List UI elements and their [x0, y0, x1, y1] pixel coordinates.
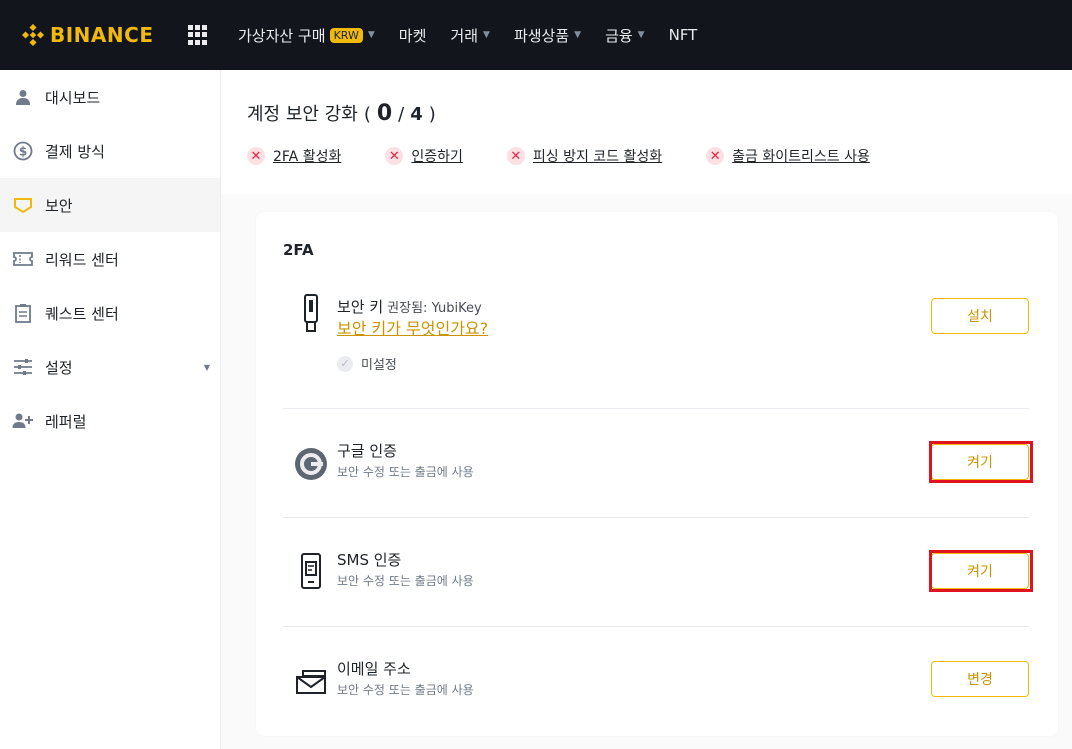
security-key-row: 보안 키 권장됨: YubiKey 보안 키가 무엇인가요? ✓ 미설정 설치	[283, 290, 1029, 380]
install-button[interactable]: 설치	[931, 298, 1029, 334]
usb-key-icon	[291, 294, 331, 334]
checklist-link[interactable]: 2FA 활성화	[273, 146, 341, 166]
nav-item-finance[interactable]: 금융 ▼	[605, 25, 645, 46]
sidebar-item-label: 대시보드	[45, 88, 101, 107]
sidebar-item-referral[interactable]: 레퍼럴	[0, 394, 220, 448]
apps-grid-icon[interactable]	[188, 25, 208, 45]
nav-item-label: 파생상품	[513, 26, 570, 45]
chevron-down-icon: ▼	[637, 30, 645, 40]
sidebar: 대시보드 $ 결제 방식 보안 리워드 센터 퀘스트 센터 설정 ▼ 레퍼럴	[0, 70, 221, 749]
section-title: 2FA	[283, 241, 314, 259]
nav-item-label: 마켓	[398, 26, 427, 45]
krw-badge: KRW	[329, 27, 363, 43]
ticket-icon	[12, 248, 34, 270]
google-authenticator-icon	[291, 444, 331, 484]
nav-item-derivatives[interactable]: 파생상품 ▼	[514, 25, 581, 46]
divider	[283, 626, 1029, 627]
close-icon: ✕	[506, 147, 525, 165]
sidebar-item-label: 결제 방식	[45, 142, 105, 161]
sidebar-item-label: 레퍼럴	[45, 412, 87, 431]
checklist-item-anti-phishing[interactable]: ✕ 피싱 방지 코드 활성화	[506, 146, 662, 166]
security-key-help-link[interactable]: 보안 키가 무엇인가요?	[337, 315, 488, 339]
phone-message-icon	[291, 551, 331, 591]
security-progress-header: 계정 보안 강화 ( 0 / 4 ) ✕ 2FA 활성화 ✕ 인증하기 ✕ 피싱…	[221, 70, 1072, 194]
chevron-down-icon: ▼	[367, 30, 375, 40]
close-icon: ✕	[706, 147, 725, 165]
chevron-down-icon: ▼	[203, 362, 210, 372]
check-icon: ✓	[337, 355, 353, 372]
add-user-icon	[12, 410, 34, 432]
nav-menu: 가상자산 구매 KRW ▼ 마켓 거래 ▼ 파생상품 ▼ 금융 ▼ NFT	[238, 25, 721, 46]
security-checklist: ✕ 2FA 활성화 ✕ 인증하기 ✕ 피싱 방지 코드 활성화 ✕ 출금 화이트…	[247, 146, 914, 166]
user-icon	[12, 86, 34, 108]
email-row: 이메일 주소 보안 수정 또는 출금에 사용 변경	[283, 656, 1029, 708]
change-email-button[interactable]: 변경	[931, 661, 1029, 697]
sms-auth-title: SMS 인증	[337, 551, 402, 569]
progress-done: 0	[376, 101, 393, 126]
sidebar-item-label: 퀘스트 센터	[45, 304, 119, 323]
chevron-down-icon: ▼	[483, 30, 490, 40]
google-auth-title: 구글 인증	[337, 442, 397, 460]
sms-auth-row: SMS 인증 보안 수정 또는 출금에 사용 켜기	[283, 547, 1033, 599]
nav-item-buy-crypto[interactable]: 가상자산 구매 KRW ▼	[238, 25, 375, 46]
sidebar-item-label: 보안	[45, 196, 73, 215]
sidebar-item-rewards[interactable]: 리워드 센터	[0, 232, 220, 286]
status-text: 미설정	[361, 358, 397, 373]
brand-name: BINANCE	[50, 23, 154, 47]
clipboard-icon	[12, 302, 34, 324]
nav-item-markets[interactable]: 마켓	[399, 25, 427, 46]
nav-item-label: 거래	[450, 26, 479, 45]
sidebar-item-dashboard[interactable]: 대시보드	[0, 70, 220, 124]
sidebar-item-payment[interactable]: $ 결제 방식	[0, 124, 220, 178]
top-navbar: BINANCE 가상자산 구매 KRW ▼ 마켓 거래 ▼ 파생상품 ▼ 금융 …	[0, 0, 1072, 70]
dollar-circle-icon: $	[12, 140, 34, 162]
progress-slash: /	[398, 104, 405, 125]
binance-logo[interactable]: BINANCE	[22, 23, 162, 47]
email-subtitle: 보안 수정 또는 출금에 사용	[337, 683, 474, 697]
twofa-card: 2FA 보안 키 권장됨: YubiKey 보안 키가 무엇인가요? ✓ 미설정 …	[256, 212, 1058, 736]
nav-item-label: NFT	[668, 26, 698, 44]
chevron-down-icon: ▼	[574, 30, 582, 40]
checklist-link[interactable]: 인증하기	[411, 146, 463, 166]
nav-item-trade[interactable]: 거래 ▼	[450, 25, 490, 46]
divider	[283, 517, 1029, 518]
google-auth-subtitle: 보안 수정 또는 출금에 사용	[337, 465, 474, 479]
envelope-icon	[291, 662, 331, 702]
sidebar-item-settings[interactable]: 설정 ▼	[0, 340, 220, 394]
highlight-box	[929, 550, 1033, 592]
google-auth-row: 구글 인증 보안 수정 또는 출금에 사용 켜기	[283, 438, 1033, 490]
security-key-title: 보안 키	[337, 298, 384, 316]
sidebar-item-label: 리워드 센터	[45, 250, 119, 269]
progress-open-paren: (	[363, 104, 371, 125]
progress-total: 4	[410, 104, 423, 125]
progress-close-paren: )	[428, 104, 436, 125]
sidebar-item-label: 설정	[45, 358, 73, 377]
checklist-item-2fa[interactable]: ✕ 2FA 활성화	[247, 146, 341, 166]
highlight-box	[929, 441, 1033, 483]
email-title: 이메일 주소	[337, 660, 411, 678]
checklist-item-whitelist[interactable]: ✕ 출금 화이트리스트 사용	[706, 146, 870, 166]
binance-logo-icon	[22, 24, 44, 46]
security-key-title-line: 보안 키 권장됨: YubiKey	[337, 296, 482, 317]
svg-text:$: $	[19, 145, 27, 159]
shield-icon	[12, 194, 34, 216]
nav-item-nft[interactable]: NFT	[669, 26, 698, 44]
sidebar-item-quests[interactable]: 퀘스트 센터	[0, 286, 220, 340]
page-title: 계정 보안 강화 ( 0 / 4 )	[247, 100, 436, 126]
nav-item-label: 가상자산 구매	[238, 26, 326, 45]
sms-auth-subtitle: 보안 수정 또는 출금에 사용	[337, 574, 474, 588]
security-key-status: ✓ 미설정	[337, 354, 397, 373]
divider	[283, 408, 1029, 409]
security-key-hint: 권장됨: YubiKey	[387, 301, 482, 316]
checklist-item-verify[interactable]: ✕ 인증하기	[385, 146, 463, 166]
close-icon: ✕	[385, 147, 404, 165]
close-icon: ✕	[247, 147, 265, 165]
checklist-link[interactable]: 피싱 방지 코드 활성화	[533, 146, 662, 166]
sliders-icon	[12, 356, 34, 378]
page-title-text: 계정 보안 강화	[247, 104, 358, 125]
sidebar-item-security[interactable]: 보안	[0, 178, 220, 232]
checklist-link[interactable]: 출금 화이트리스트 사용	[732, 146, 870, 166]
nav-item-label: 금융	[605, 26, 633, 45]
